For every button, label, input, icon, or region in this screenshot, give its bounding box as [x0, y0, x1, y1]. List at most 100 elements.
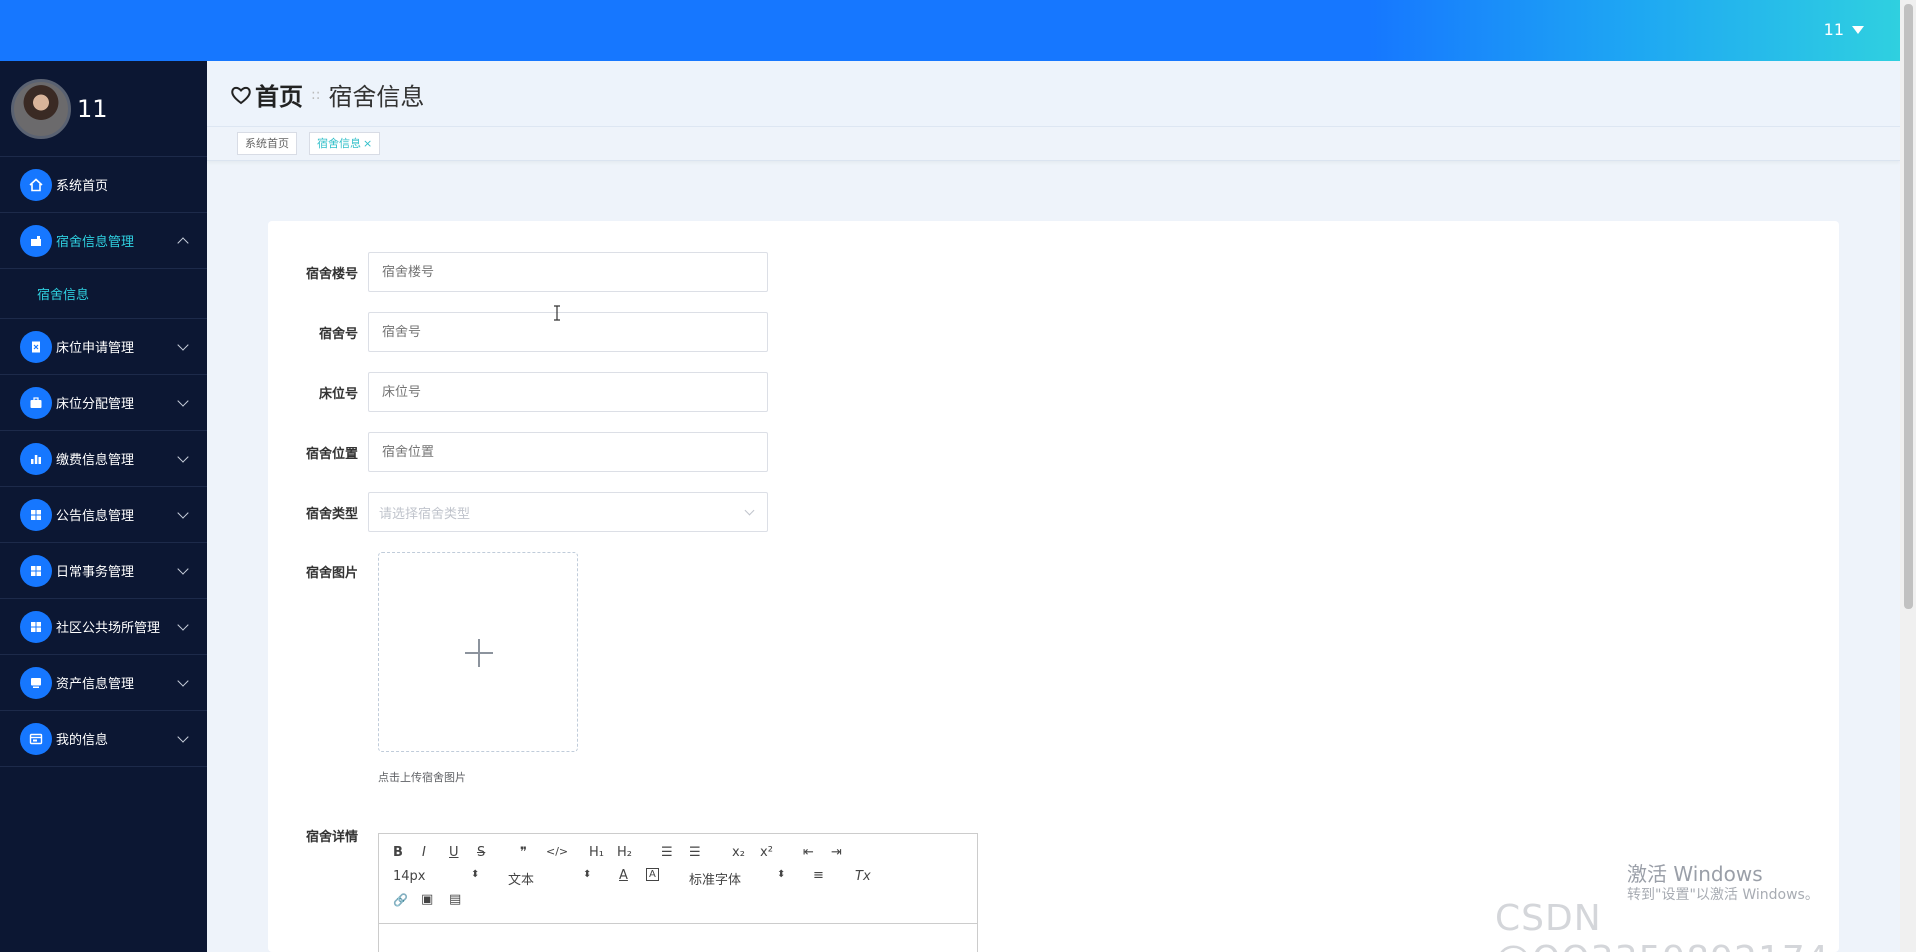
underline-button[interactable]: U: [449, 845, 459, 860]
monitor-icon: [20, 666, 52, 699]
sidebar-item-label: 系统首页: [56, 179, 109, 194]
tab-home[interactable]: 系统首页: [237, 132, 297, 155]
editor-content[interactable]: [379, 924, 977, 952]
breadcrumb: 首页 :: 宿舍信息: [229, 77, 424, 112]
code-button[interactable]: </>: [546, 845, 568, 858]
dorm-icon: [20, 224, 52, 257]
chevron-up-icon: [177, 237, 189, 249]
sidebar-item-announcement[interactable]: 公告信息管理: [0, 487, 207, 543]
form-row-image: 宿舍图片: [268, 562, 368, 581]
bullet-list-button[interactable]: ☰: [689, 845, 701, 860]
header-select[interactable]: 文本: [508, 869, 534, 888]
csdn-watermark: CSDN @QQ3359892174: [1495, 898, 1829, 952]
chevron-down-icon: [177, 563, 189, 575]
sidebar-item-label: 缴费信息管理: [56, 453, 135, 468]
rich-text-editor: B I U S ❞ </> H₁ H₂ ☰ ☰ x₂ x² ⇤ ⇥ 14px ⬍…: [378, 833, 978, 952]
breadcrumb-home[interactable]: 首页: [255, 77, 303, 112]
sidebar-item-bed-allocation[interactable]: 床位分配管理: [0, 375, 207, 431]
chevron-down-icon: [177, 731, 189, 743]
card-icon: [20, 722, 52, 755]
vertical-scrollbar[interactable]: [1900, 0, 1916, 952]
indent-button[interactable]: ⇥: [831, 845, 842, 860]
tab-label: 宿舍信息: [317, 137, 361, 150]
editor-toolbar: B I U S ❞ </> H₁ H₂ ☰ ☰ x₂ x² ⇤ ⇥ 14px ⬍…: [379, 834, 977, 924]
h2-button[interactable]: H₂: [617, 845, 632, 860]
breadcrumb-current: 宿舍信息: [328, 83, 425, 111]
grid-icon: [20, 610, 52, 643]
sidebar-item-label: 日常事务管理: [56, 565, 135, 580]
sidebar-item-home[interactable]: 系统首页: [0, 157, 207, 213]
image-button[interactable]: ▣: [421, 892, 433, 907]
text-color-button[interactable]: A: [619, 868, 628, 883]
video-button[interactable]: ▤: [449, 892, 461, 907]
chevron-down-icon: [177, 339, 189, 351]
user-menu[interactable]: 11: [1824, 20, 1864, 39]
sidebar-item-label: 床位申请管理: [56, 341, 135, 356]
sidebar-item-daily-affairs[interactable]: 日常事务管理: [0, 543, 207, 599]
briefcase-icon: [20, 386, 52, 419]
h1-button[interactable]: H₁: [589, 845, 604, 860]
sidebar-item-assets[interactable]: 资产信息管理: [0, 655, 207, 711]
subscript-button[interactable]: x₂: [732, 845, 745, 860]
upload-tip: 点击上传宿舍图片: [378, 771, 466, 784]
font-size-select[interactable]: 14px: [393, 869, 426, 884]
chevron-down-icon: [177, 507, 189, 519]
detail-label: 宿舍详情: [305, 830, 358, 845]
windows-activation-title: 激活 Windows: [1627, 862, 1763, 886]
bed-label: 床位号: [318, 386, 358, 402]
form-row-detail: 宿舍详情: [268, 826, 368, 845]
bold-button[interactable]: B: [393, 845, 403, 860]
tab-label: 系统首页: [245, 137, 289, 150]
image-label: 宿舍图片: [305, 566, 358, 581]
document-icon: [20, 330, 52, 363]
chevron-down-icon: [177, 675, 189, 687]
sidebar-item-payment[interactable]: 缴费信息管理: [0, 431, 207, 487]
sort-icon: ⬍: [777, 869, 786, 880]
sidebar-subitem-label: 宿舍信息: [37, 288, 90, 303]
bed-input[interactable]: [368, 372, 768, 412]
sidebar-subitem-dorm-info[interactable]: 宿舍信息: [0, 269, 207, 319]
italic-button[interactable]: I: [422, 845, 426, 860]
form-row-bed: 床位号: [268, 372, 768, 412]
background-color-button[interactable]: A: [646, 868, 659, 881]
grid-icon: [20, 498, 52, 531]
link-button[interactable]: 🔗: [393, 893, 408, 907]
sidebar: 11 系统首页 宿舍信息管理 宿舍信息 床位申请管理 床位分配管理 缴费信息管理…: [0, 61, 207, 952]
type-select[interactable]: 请选择宿舍类型: [368, 492, 768, 532]
sidebar-item-label: 公告信息管理: [56, 509, 135, 524]
sidebar-item-public-places[interactable]: 社区公共场所管理: [0, 599, 207, 655]
sidebar-item-label: 宿舍信息管理: [56, 235, 135, 250]
grid-icon: [20, 554, 52, 587]
strike-button[interactable]: S: [477, 845, 485, 860]
ordered-list-button[interactable]: ☰: [661, 845, 673, 860]
font-family-select[interactable]: 标准字体: [689, 869, 741, 888]
sidebar-item-label: 我的信息: [56, 733, 109, 748]
sidebar-item-bed-application[interactable]: 床位申请管理: [0, 319, 207, 375]
form-row-type: 宿舍类型 请选择宿舍类型: [268, 492, 768, 532]
sidebar-item-my-info[interactable]: 我的信息: [0, 711, 207, 767]
location-input[interactable]: [368, 432, 768, 472]
sidebar-item-label: 床位分配管理: [56, 397, 135, 412]
top-bar: 11: [0, 0, 1900, 61]
close-icon[interactable]: ×: [363, 137, 372, 150]
sort-icon: ⬍: [583, 869, 592, 880]
sidebar-item-label: 社区公共场所管理: [56, 621, 161, 636]
form-row-location: 宿舍位置: [268, 432, 768, 472]
quote-button[interactable]: ❞: [520, 845, 527, 860]
tab-dorm-info[interactable]: 宿舍信息 ×: [309, 132, 381, 155]
breadcrumb-separator: ::: [311, 86, 321, 103]
superscript-button[interactable]: x²: [760, 845, 773, 860]
chevron-down-icon: [177, 395, 189, 407]
image-upload[interactable]: [378, 552, 578, 752]
scrollbar-thumb[interactable]: [1904, 4, 1913, 609]
room-input[interactable]: [368, 312, 768, 352]
sidebar-item-dorm-management[interactable]: 宿舍信息管理: [0, 213, 207, 269]
location-label: 宿舍位置: [305, 446, 358, 462]
align-select[interactable]: ≡: [813, 868, 824, 883]
caret-down-icon: [1852, 25, 1864, 34]
clean-format-button[interactable]: Tx: [855, 869, 871, 884]
building-input[interactable]: [368, 252, 768, 292]
building-label: 宿舍楼号: [305, 266, 358, 282]
type-select-placeholder: 请选择宿舍类型: [379, 506, 471, 522]
outdent-button[interactable]: ⇤: [803, 845, 814, 860]
